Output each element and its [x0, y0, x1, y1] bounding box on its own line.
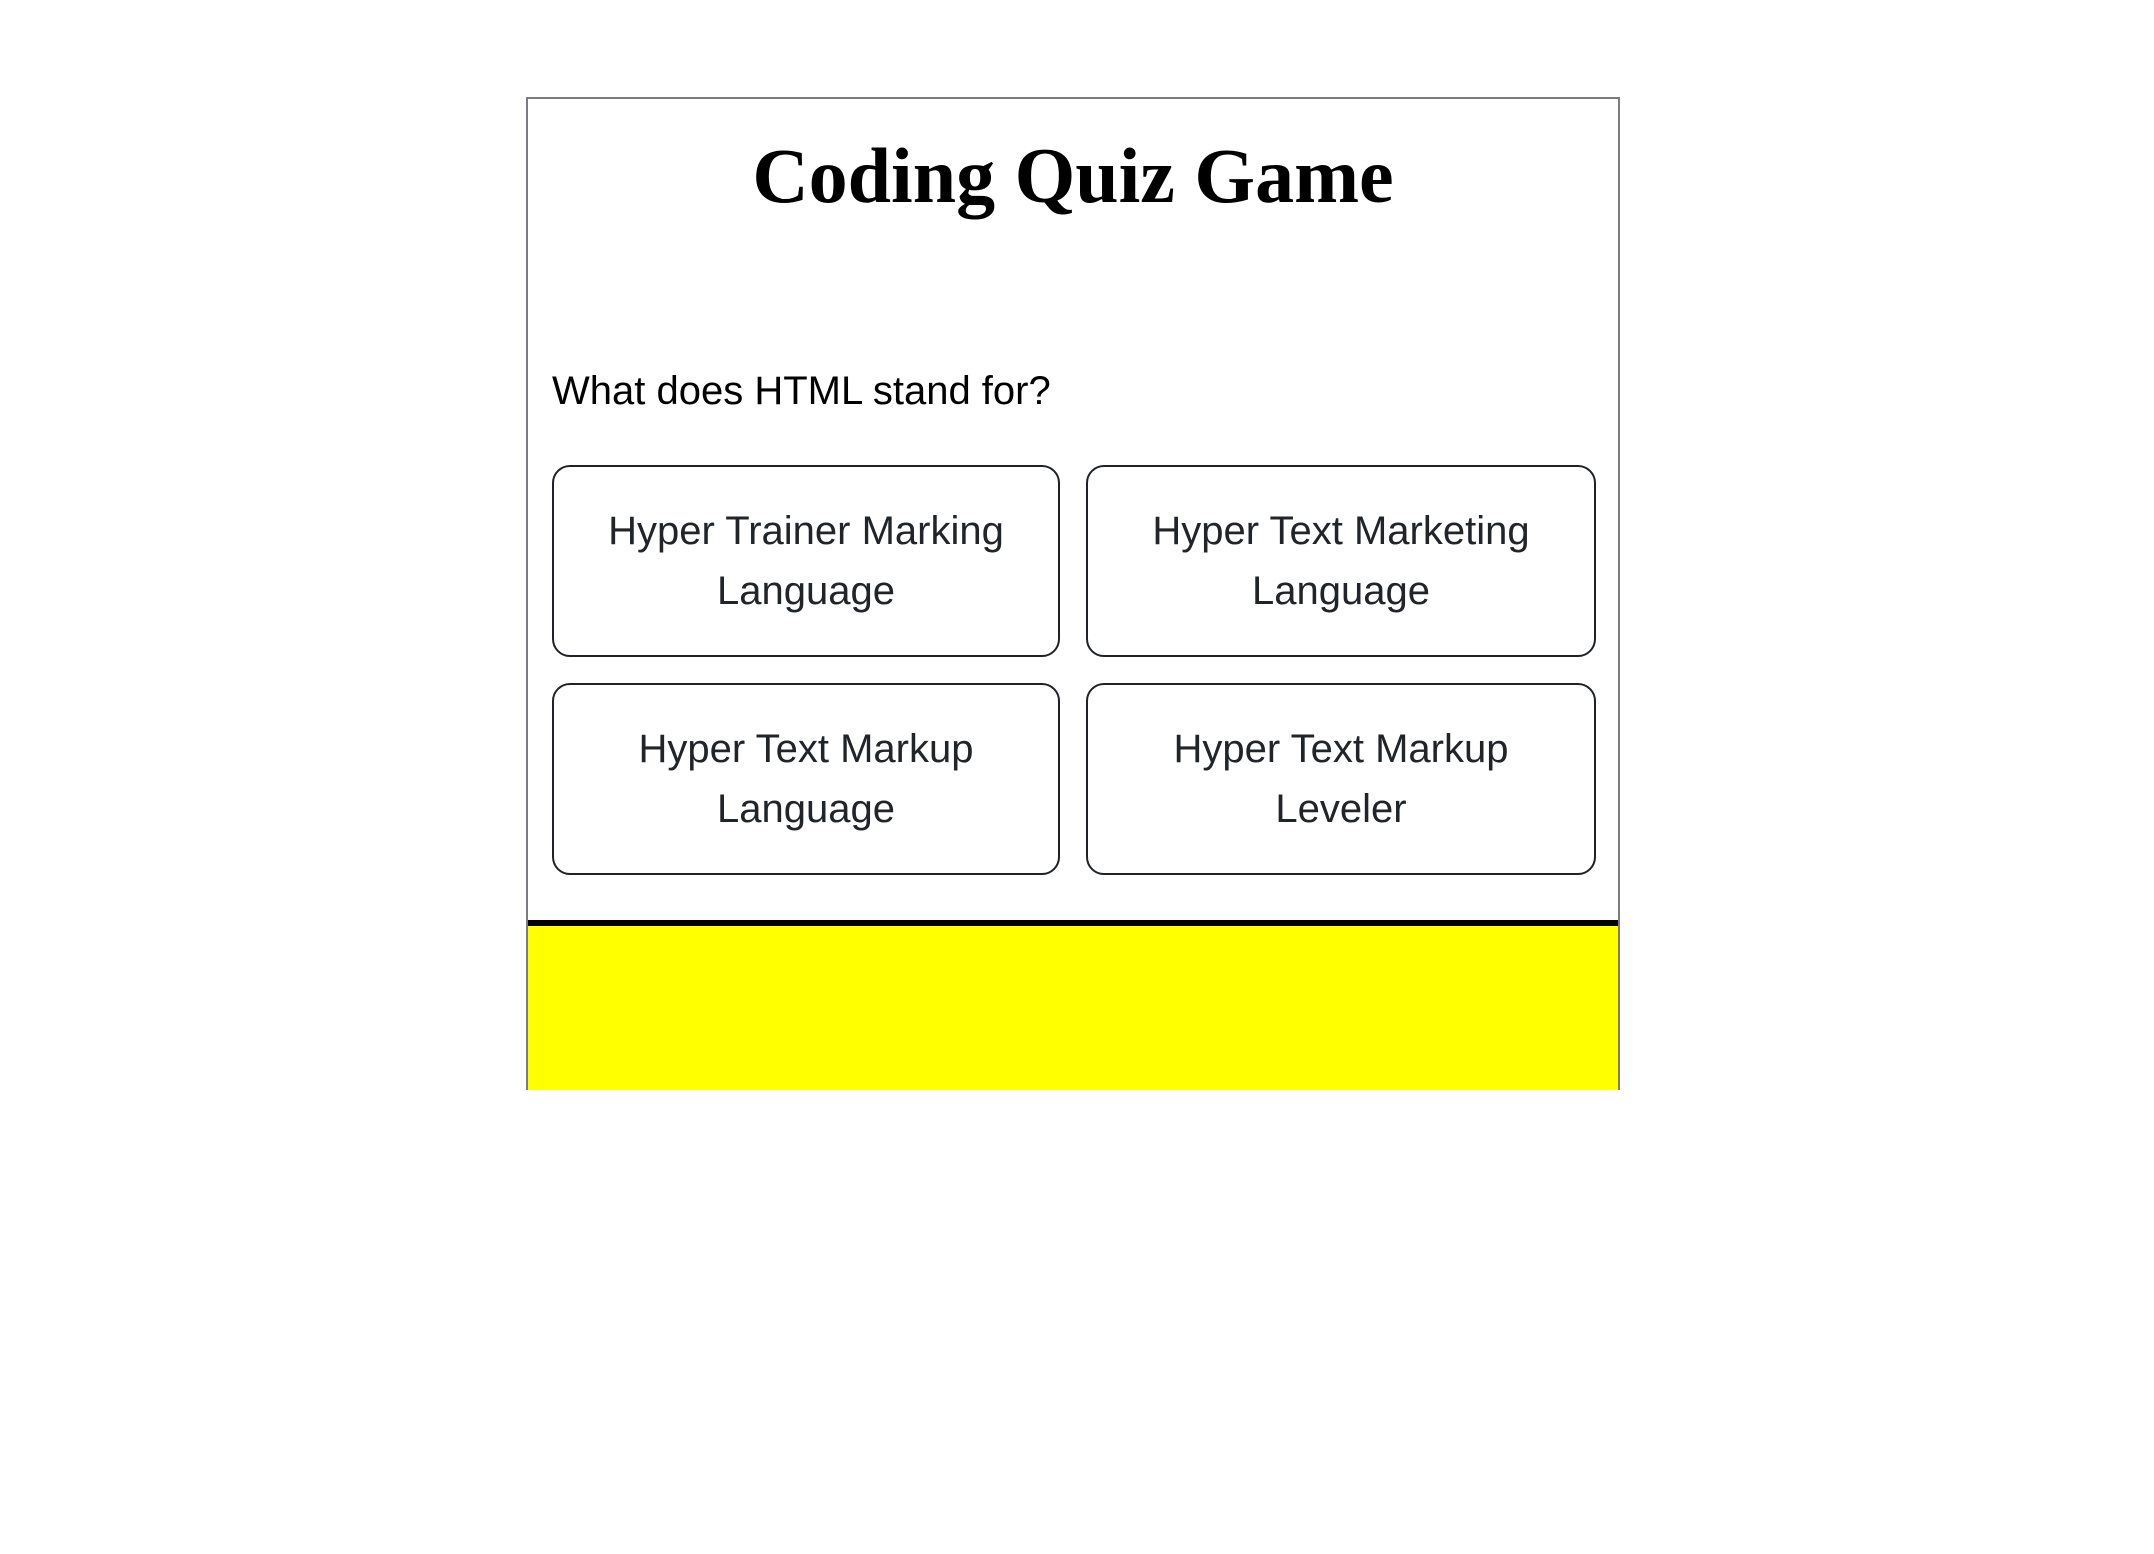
feedback-panel [528, 926, 1618, 1090]
page-title: Coding Quiz Game [752, 132, 1394, 219]
answer-button-1[interactable]: Hyper Trainer Marking Language [552, 465, 1060, 657]
answer-button-4[interactable]: Hyper Text Markup Leveler [1086, 683, 1596, 875]
answer-button-3[interactable]: Hyper Text Markup Language [552, 683, 1060, 875]
answer-button-2[interactable]: Hyper Text Marketing Language [1086, 465, 1596, 657]
question-text: What does HTML stand for? [552, 369, 1051, 413]
quiz-card: Coding Quiz Game What does HTML stand fo… [526, 97, 1620, 1090]
answer-options: Hyper Trainer Marking Language Hyper Tex… [552, 465, 1596, 875]
